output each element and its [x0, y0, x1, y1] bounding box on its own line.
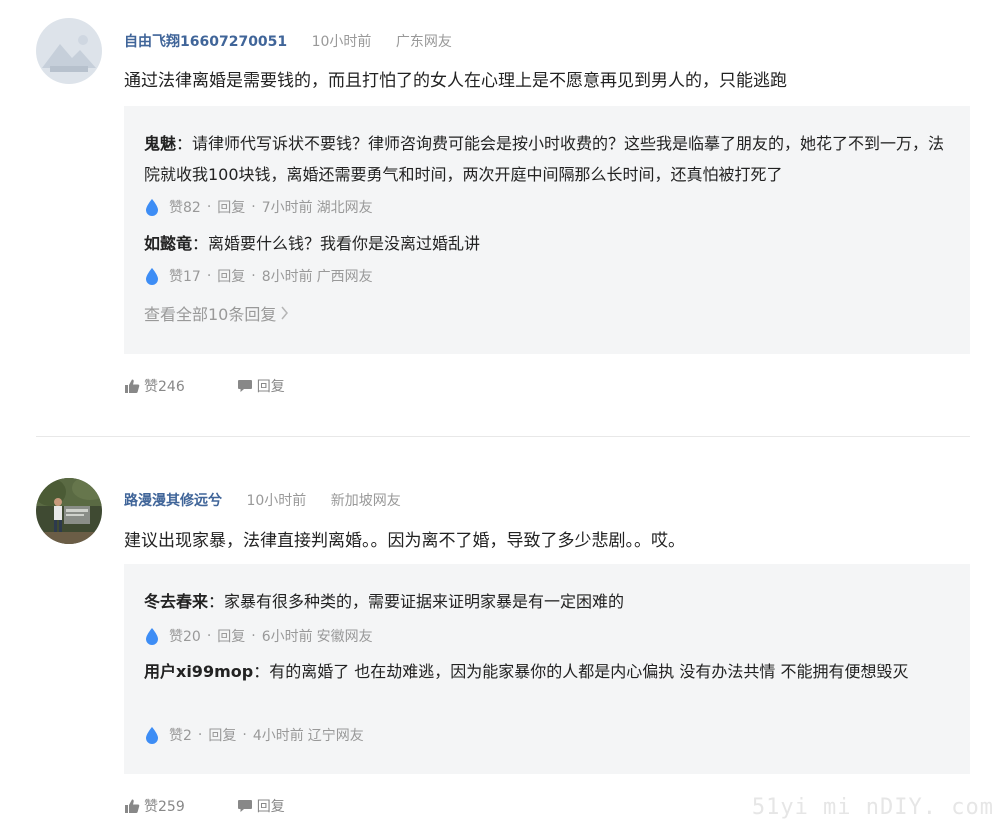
reply-likes[interactable]: 赞82	[169, 197, 201, 217]
chat-bubble-icon	[237, 800, 252, 812]
reply-likes[interactable]: 赞2	[169, 725, 192, 745]
reply-meta: 赞17 · 回复 · 8小时前 广西网友	[144, 266, 373, 286]
like-count: 赞259	[144, 799, 185, 815]
reply-text-block: 如懿竜：离婚要什么钱？我看你是没离过婚乱讲	[144, 228, 952, 259]
reply-location: 辽宁网友	[307, 728, 364, 744]
reply-location: 安徽网友	[316, 629, 373, 645]
reply-time: 8小时前	[261, 269, 313, 285]
avatar[interactable]	[36, 18, 102, 84]
comment-text: 通过法律离婚是需要钱的，而且打怕了的女人在心理上是不愿意再见到男人的，只能逃跑	[124, 71, 787, 91]
chevron-right-icon	[281, 306, 289, 320]
reply-likes[interactable]: 赞17	[169, 266, 201, 286]
watermark: 51yi mi nDIY. com	[751, 795, 994, 820]
reply-text: ：有的离婚了 也在劫难逃，因为能家暴你的人都是内心偏执 没有办法共情 不能拥有便…	[253, 662, 909, 681]
reply-time: 4小时前	[252, 728, 304, 744]
reply-text-block: 用户xi99mop：有的离婚了 也在劫难逃，因为能家暴你的人都是内心偏执 没有办…	[144, 656, 952, 687]
reply-text-block: 冬去春来：家暴有很多种类的，需要证据来证明家暴是有一定困难的	[144, 586, 952, 617]
reply-button[interactable]: 回复	[217, 197, 245, 217]
comment-time: 10小时前	[311, 34, 372, 50]
comment-location: 新加坡网友	[330, 493, 401, 509]
comment-actions: 赞259 回复	[124, 796, 337, 816]
comment-text: 建议出现家暴，法律直接判离婚。。因为离不了婚，导致了多少悲剧。。哎。	[124, 531, 685, 551]
reply-button[interactable]: 回复	[237, 796, 285, 816]
comment-actions: 赞246 回复	[124, 376, 337, 396]
reply-box: 冬去春来：家暴有很多种类的，需要证据来证明家暴是有一定困难的 赞20 · 回复 …	[124, 564, 970, 774]
reply-button[interactable]: 回复	[217, 266, 245, 286]
view-all-label: 查看全部10条回复	[144, 305, 277, 324]
reply-button[interactable]: 回复	[217, 626, 245, 646]
reply-text: ：家暴有很多种类的，需要证据来证明家暴是有一定困难的	[208, 592, 625, 611]
reply-meta: 赞82 · 回复 · 7小时前 湖北网友	[144, 197, 373, 217]
separator-dot: ·	[206, 628, 212, 644]
like-button[interactable]: 赞259	[124, 796, 185, 816]
reply-label: 回复	[256, 379, 285, 395]
water-drop-icon[interactable]	[144, 198, 160, 216]
comment-location: 广东网友	[395, 34, 452, 50]
reply-box: 鬼魅：请律师代写诉状不要钱？律师咨询费可能会是按小时收费的？这些我是临摹了朋友的…	[124, 106, 970, 354]
comment-meta: 自由飞翔16607270051 10小时前 广东网友	[124, 31, 472, 51]
reply-likes[interactable]: 赞20	[169, 626, 201, 646]
reply-username[interactable]: 冬去春来	[144, 592, 208, 611]
reply-text: ：离婚要什么钱？我看你是没离过婚乱讲	[192, 234, 481, 253]
reply-location: 广西网友	[316, 269, 373, 285]
reply-text-block: 鬼魅：请律师代写诉状不要钱？律师咨询费可能会是按小时收费的？这些我是临摹了朋友的…	[144, 128, 952, 190]
username[interactable]: 自由飞翔16607270051	[124, 34, 287, 50]
username[interactable]: 路漫漫其修远兮	[124, 493, 222, 509]
separator-dot: ·	[206, 199, 212, 215]
water-drop-icon[interactable]	[144, 627, 160, 645]
like-count: 赞246	[144, 379, 185, 395]
separator-dot: ·	[242, 727, 247, 743]
water-drop-icon[interactable]	[144, 267, 160, 285]
separator-dot: ·	[197, 727, 203, 743]
view-all-replies-link[interactable]: 查看全部10条回复	[144, 301, 289, 325]
reply-username[interactable]: 用户xi99mop	[144, 662, 253, 681]
reply-location: 湖北网友	[316, 200, 373, 216]
reply-time: 7小时前	[261, 200, 313, 216]
reply-button[interactable]: 回复	[208, 725, 236, 745]
reply-label: 回复	[256, 799, 285, 815]
thumbs-up-icon	[125, 799, 140, 813]
separator-dot: ·	[251, 268, 256, 284]
thumbs-up-icon	[125, 379, 140, 393]
divider	[36, 436, 970, 437]
comment-time: 10小时前	[246, 493, 307, 509]
chat-bubble-icon	[237, 380, 252, 392]
separator-dot: ·	[206, 268, 212, 284]
reply-button[interactable]: 回复	[237, 376, 285, 396]
avatar[interactable]	[36, 478, 102, 544]
reply-username[interactable]: 鬼魅	[144, 134, 176, 153]
comment-meta: 路漫漫其修远兮 10小时前 新加坡网友	[124, 490, 421, 510]
like-button[interactable]: 赞246	[124, 376, 185, 396]
separator-dot: ·	[251, 628, 256, 644]
reply-meta: 赞2 · 回复 · 4小时前 辽宁网友	[144, 725, 364, 745]
water-drop-icon[interactable]	[144, 726, 160, 744]
reply-time: 6小时前	[261, 629, 313, 645]
reply-meta: 赞20 · 回复 · 6小时前 安徽网友	[144, 626, 373, 646]
reply-username[interactable]: 如懿竜	[144, 234, 192, 253]
separator-dot: ·	[251, 199, 256, 215]
reply-text: ：请律师代写诉状不要钱？律师咨询费可能会是按小时收费的？这些我是临摹了朋友的，她…	[144, 134, 945, 184]
